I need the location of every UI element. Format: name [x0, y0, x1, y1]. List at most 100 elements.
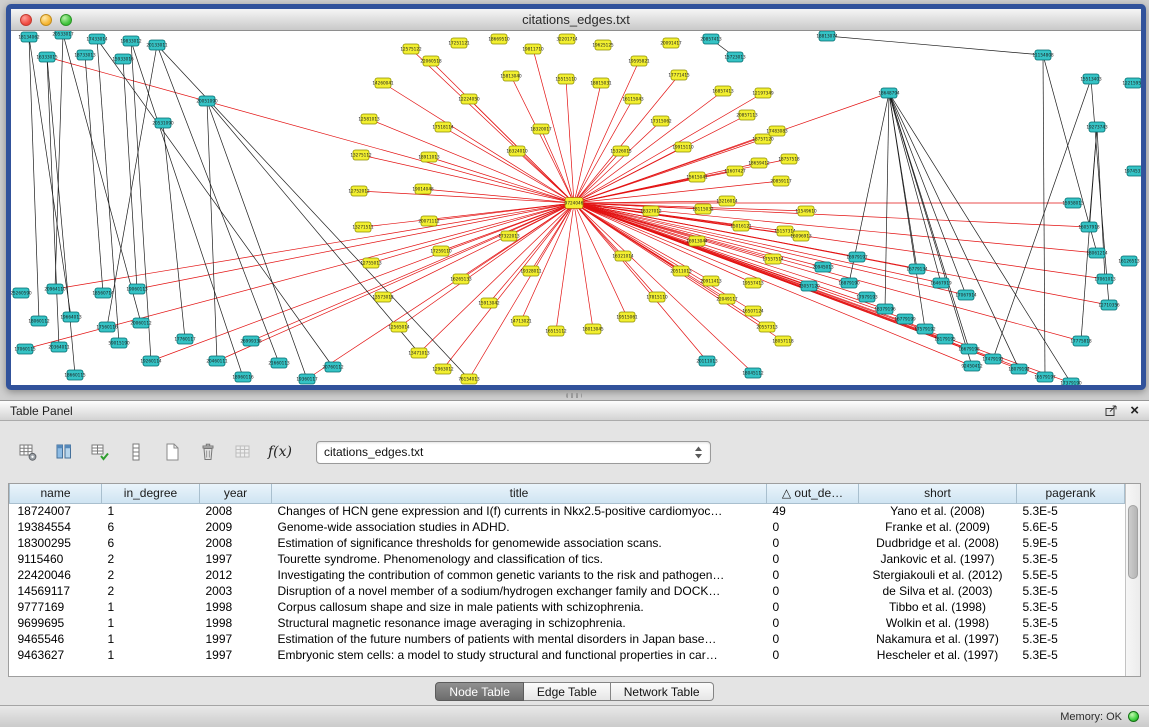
graph-node[interactable]: 12565014 — [388, 322, 410, 332]
new-table-button[interactable] — [158, 438, 186, 466]
graph-node[interactable]: 18060112 — [28, 316, 50, 326]
graph-node[interactable]: 13275112 — [350, 150, 372, 160]
graph-node[interactable]: 19664013 — [60, 312, 82, 322]
graph-node[interactable]: 16579197 — [1034, 372, 1056, 382]
graph-node[interactable]: 18013045 — [582, 324, 604, 334]
close-window-button[interactable] — [20, 14, 32, 26]
graph-node[interactable]: 16979197 — [846, 252, 868, 262]
graph-node[interactable]: 92450412 — [961, 361, 983, 371]
graph-node[interactable]: 13216014 — [716, 196, 738, 206]
column-header-year[interactable]: year — [200, 484, 272, 503]
float-panel-button[interactable] — [1105, 405, 1118, 417]
graph-node[interactable]: 11549610 — [795, 206, 817, 216]
graph-node[interactable]: 19595821 — [628, 56, 650, 66]
graph-node[interactable]: 20945013 — [812, 262, 834, 272]
graph-node[interactable]: 12710356 — [1098, 300, 1120, 310]
graph-node[interactable]: 20060112 — [130, 318, 152, 328]
graph-node[interactable]: 26999338 — [240, 336, 262, 346]
graph-node[interactable]: 12575122 — [400, 44, 422, 54]
graph-node[interactable]: 18813074 — [816, 31, 838, 41]
tab-network-table[interactable]: Network Table — [611, 682, 714, 701]
graph-node[interactable]: 16507124 — [742, 306, 764, 316]
graph-node[interactable]: 18648794 — [878, 88, 900, 98]
graph-node[interactable]: 15515110 — [555, 74, 577, 84]
column-header-title[interactable]: title — [272, 484, 767, 503]
graph-node[interactable]: 12963012 — [432, 364, 454, 374]
graph-node[interactable]: 15326015 — [610, 146, 632, 156]
graph-node[interactable]: 18327012 — [640, 206, 662, 216]
graph-node[interactable]: 17322013 — [498, 231, 520, 241]
graph-node[interactable]: 12224050 — [458, 94, 480, 104]
graph-node[interactable]: 21660113 — [268, 358, 290, 368]
graph-node[interactable]: 18115032 — [692, 204, 714, 214]
graph-node[interactable]: 20859117 — [770, 176, 792, 186]
graph-node[interactable]: 18179195 — [934, 334, 956, 344]
graph-node[interactable]: 17479191 — [982, 354, 1004, 364]
select-columns-button[interactable] — [50, 438, 78, 466]
graph-node[interactable]: 17259110 — [430, 246, 452, 256]
graph-node[interactable]: 18134062 — [18, 32, 40, 42]
graph-node[interactable]: 18815031 — [590, 78, 612, 88]
column-header-name[interactable]: name — [10, 484, 102, 503]
graph-node[interactable]: 19833012 — [120, 36, 142, 46]
graph-node[interactable]: 19915110 — [672, 142, 694, 152]
graph-node[interactable]: 13271511 — [352, 222, 374, 232]
graph-node[interactable]: 20111013 — [696, 356, 718, 366]
graph-node[interactable]: 16913044 — [686, 236, 708, 246]
graph-node[interactable]: 16679198 — [958, 344, 980, 354]
graph-node[interactable]: 17315062 — [650, 116, 672, 126]
scrollbar-thumb[interactable] — [1128, 505, 1138, 579]
graph-node[interactable]: 19328011 — [520, 266, 542, 276]
column-header-in_degree[interactable]: in_degree — [102, 484, 200, 503]
graph-node[interactable]: 18911013 — [418, 152, 440, 162]
graph-node[interactable]: 15016121 — [730, 221, 752, 231]
table-row[interactable]: 946554611997Estimation of the future num… — [10, 631, 1125, 647]
graph-node[interactable]: 16321014 — [612, 251, 634, 261]
graph-node[interactable]: 19515061 — [616, 312, 638, 322]
window-titlebar[interactable]: citations_edges.txt — [11, 9, 1141, 31]
graph-node[interactable]: 20071112 — [418, 216, 440, 226]
graph-node[interactable]: 17251121 — [448, 38, 470, 48]
graph-node[interactable]: 18733013 — [74, 50, 96, 60]
graph-node[interactable]: 18320017 — [530, 124, 552, 134]
graph-node[interactable]: 16115043 — [622, 94, 644, 104]
graph-node[interactable]: 17815110 — [646, 292, 668, 302]
graph-node[interactable]: 16467919 — [930, 278, 952, 288]
graph-node[interactable]: 18079194 — [1008, 364, 1030, 374]
graph-node[interactable]: 18660115 — [64, 370, 86, 380]
node-table-area[interactable]: namein_degreeyeartitle△ out_de…shortpage… — [9, 484, 1125, 676]
graph-node[interactable]: 18757518 — [778, 154, 800, 164]
graph-node[interactable]: 14260041 — [372, 78, 394, 88]
graph-node[interactable]: 19360117 — [296, 374, 318, 384]
network-canvas-area[interactable]: 1581304012224050175181141891101319014048… — [11, 31, 1141, 385]
graph-node[interactable]: 20557313 — [756, 322, 778, 332]
graph-node[interactable]: 20091417 — [660, 38, 682, 48]
graph-node[interactable]: 12215957 — [1122, 78, 1141, 88]
table-settings-button[interactable] — [14, 438, 42, 466]
zoom-window-button[interactable] — [60, 14, 72, 26]
graph-node[interactable]: 20533017 — [52, 31, 74, 39]
table-row[interactable]: 1456911722003Disruption of a novel membe… — [10, 583, 1125, 599]
table-row[interactable]: 969969511998Structural magnetic resonanc… — [10, 615, 1125, 631]
import-table-button[interactable] — [230, 438, 258, 466]
tab-edge-table[interactable]: Edge Table — [524, 682, 611, 701]
graph-node[interactable]: 20857413 — [700, 34, 722, 44]
graph-hub-node[interactable]: 9724046 — [565, 198, 584, 209]
graph-node[interactable]: 20531090 — [152, 118, 174, 128]
graph-node[interactable]: 15913042 — [478, 298, 500, 308]
graph-node[interactable]: 18379196 — [874, 304, 896, 314]
graph-node[interactable]: 73057120 — [798, 281, 820, 291]
graph-node[interactable]: 17560116 — [96, 322, 118, 332]
graph-node[interactable]: 18045112 — [742, 368, 764, 378]
graph-node[interactable]: 19557413 — [742, 278, 764, 288]
graph-node[interactable]: 16096913 — [790, 231, 812, 241]
row-options-button[interactable] — [122, 438, 150, 466]
graph-node[interactable]: 76154013 — [458, 374, 480, 384]
graph-node[interactable]: 19273743 — [1086, 122, 1108, 132]
graph-node[interactable]: 12197349 — [752, 88, 774, 98]
graph-node[interactable]: 19811710 — [522, 44, 544, 54]
table-row[interactable]: 1938455462009Genome-wide association stu… — [10, 519, 1125, 535]
graph-node[interactable]: 17067914 — [955, 290, 977, 300]
graph-node[interactable]: 19625125 — [592, 40, 614, 50]
delete-table-button[interactable] — [194, 438, 222, 466]
